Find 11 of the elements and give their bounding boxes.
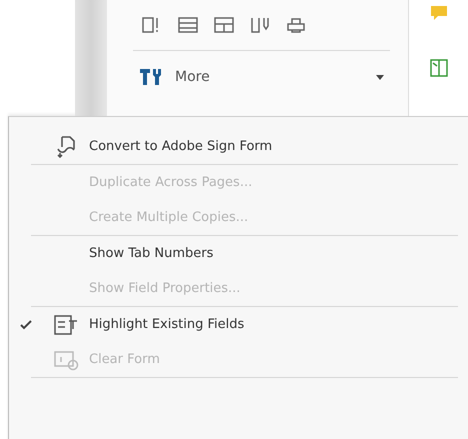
menu-item[interactable]: Show Tab Numbers bbox=[9, 236, 468, 271]
signature-field-icon[interactable] bbox=[249, 16, 271, 34]
more-button[interactable]: More bbox=[133, 51, 390, 113]
list-icon[interactable] bbox=[177, 16, 199, 34]
menu-item[interactable]: Convert to Adobe Sign Form bbox=[9, 129, 468, 164]
clear-form-icon bbox=[53, 348, 79, 370]
menu-item[interactable]: Highlight Existing Fields bbox=[9, 307, 468, 342]
dropdown-icon[interactable] bbox=[213, 16, 235, 34]
caret-icon bbox=[376, 74, 384, 80]
highlight-fields-icon bbox=[53, 314, 79, 336]
page-icon[interactable] bbox=[428, 58, 448, 78]
